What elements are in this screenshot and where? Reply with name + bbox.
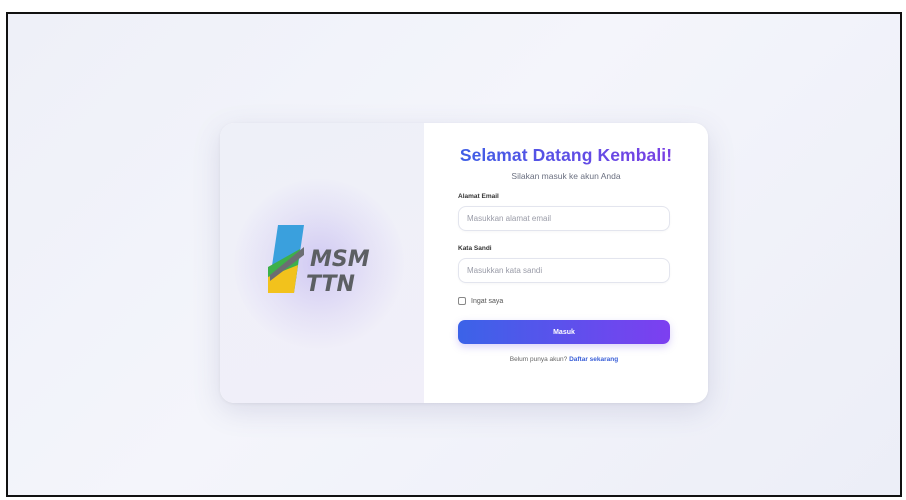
email-label: Alamat Email [458,193,499,200]
logo-text-msm: MSM [310,247,370,272]
logo-text-ttn: TTN [306,272,355,297]
remember-me-label: Ingat saya [471,297,504,305]
login-form: Alamat Email Kata Sandi Ingat saya Masuk… [458,193,670,363]
login-form-panel: Selamat Datang Kembali! Silakan masuk ke… [424,123,708,403]
remember-me-row[interactable]: Ingat saya [458,297,670,305]
page-subtitle: Silakan masuk ke akun Anda [511,171,621,181]
password-label: Kata Sandi [458,245,492,252]
logo-mark-icon [268,225,304,293]
login-button[interactable]: Masuk [458,320,670,344]
msm-ttn-logo: MSM TTN [268,225,370,297]
signup-link[interactable]: Daftar sekarang [569,356,618,363]
remember-me-checkbox[interactable] [458,297,466,305]
password-field[interactable] [458,258,670,283]
page-title: Selamat Datang Kembali! [459,145,673,165]
email-field[interactable] [458,206,670,231]
page-background: MSM TTN Selamat Datang Kembali! Silakan … [6,12,902,497]
signup-prompt: Belum punya akun? [509,356,568,363]
login-card: MSM TTN Selamat Datang Kembali! Silakan … [220,123,708,403]
brand-panel: MSM TTN [220,123,424,403]
signup-row: Belum punya akun? Daftar sekarang [458,356,670,363]
